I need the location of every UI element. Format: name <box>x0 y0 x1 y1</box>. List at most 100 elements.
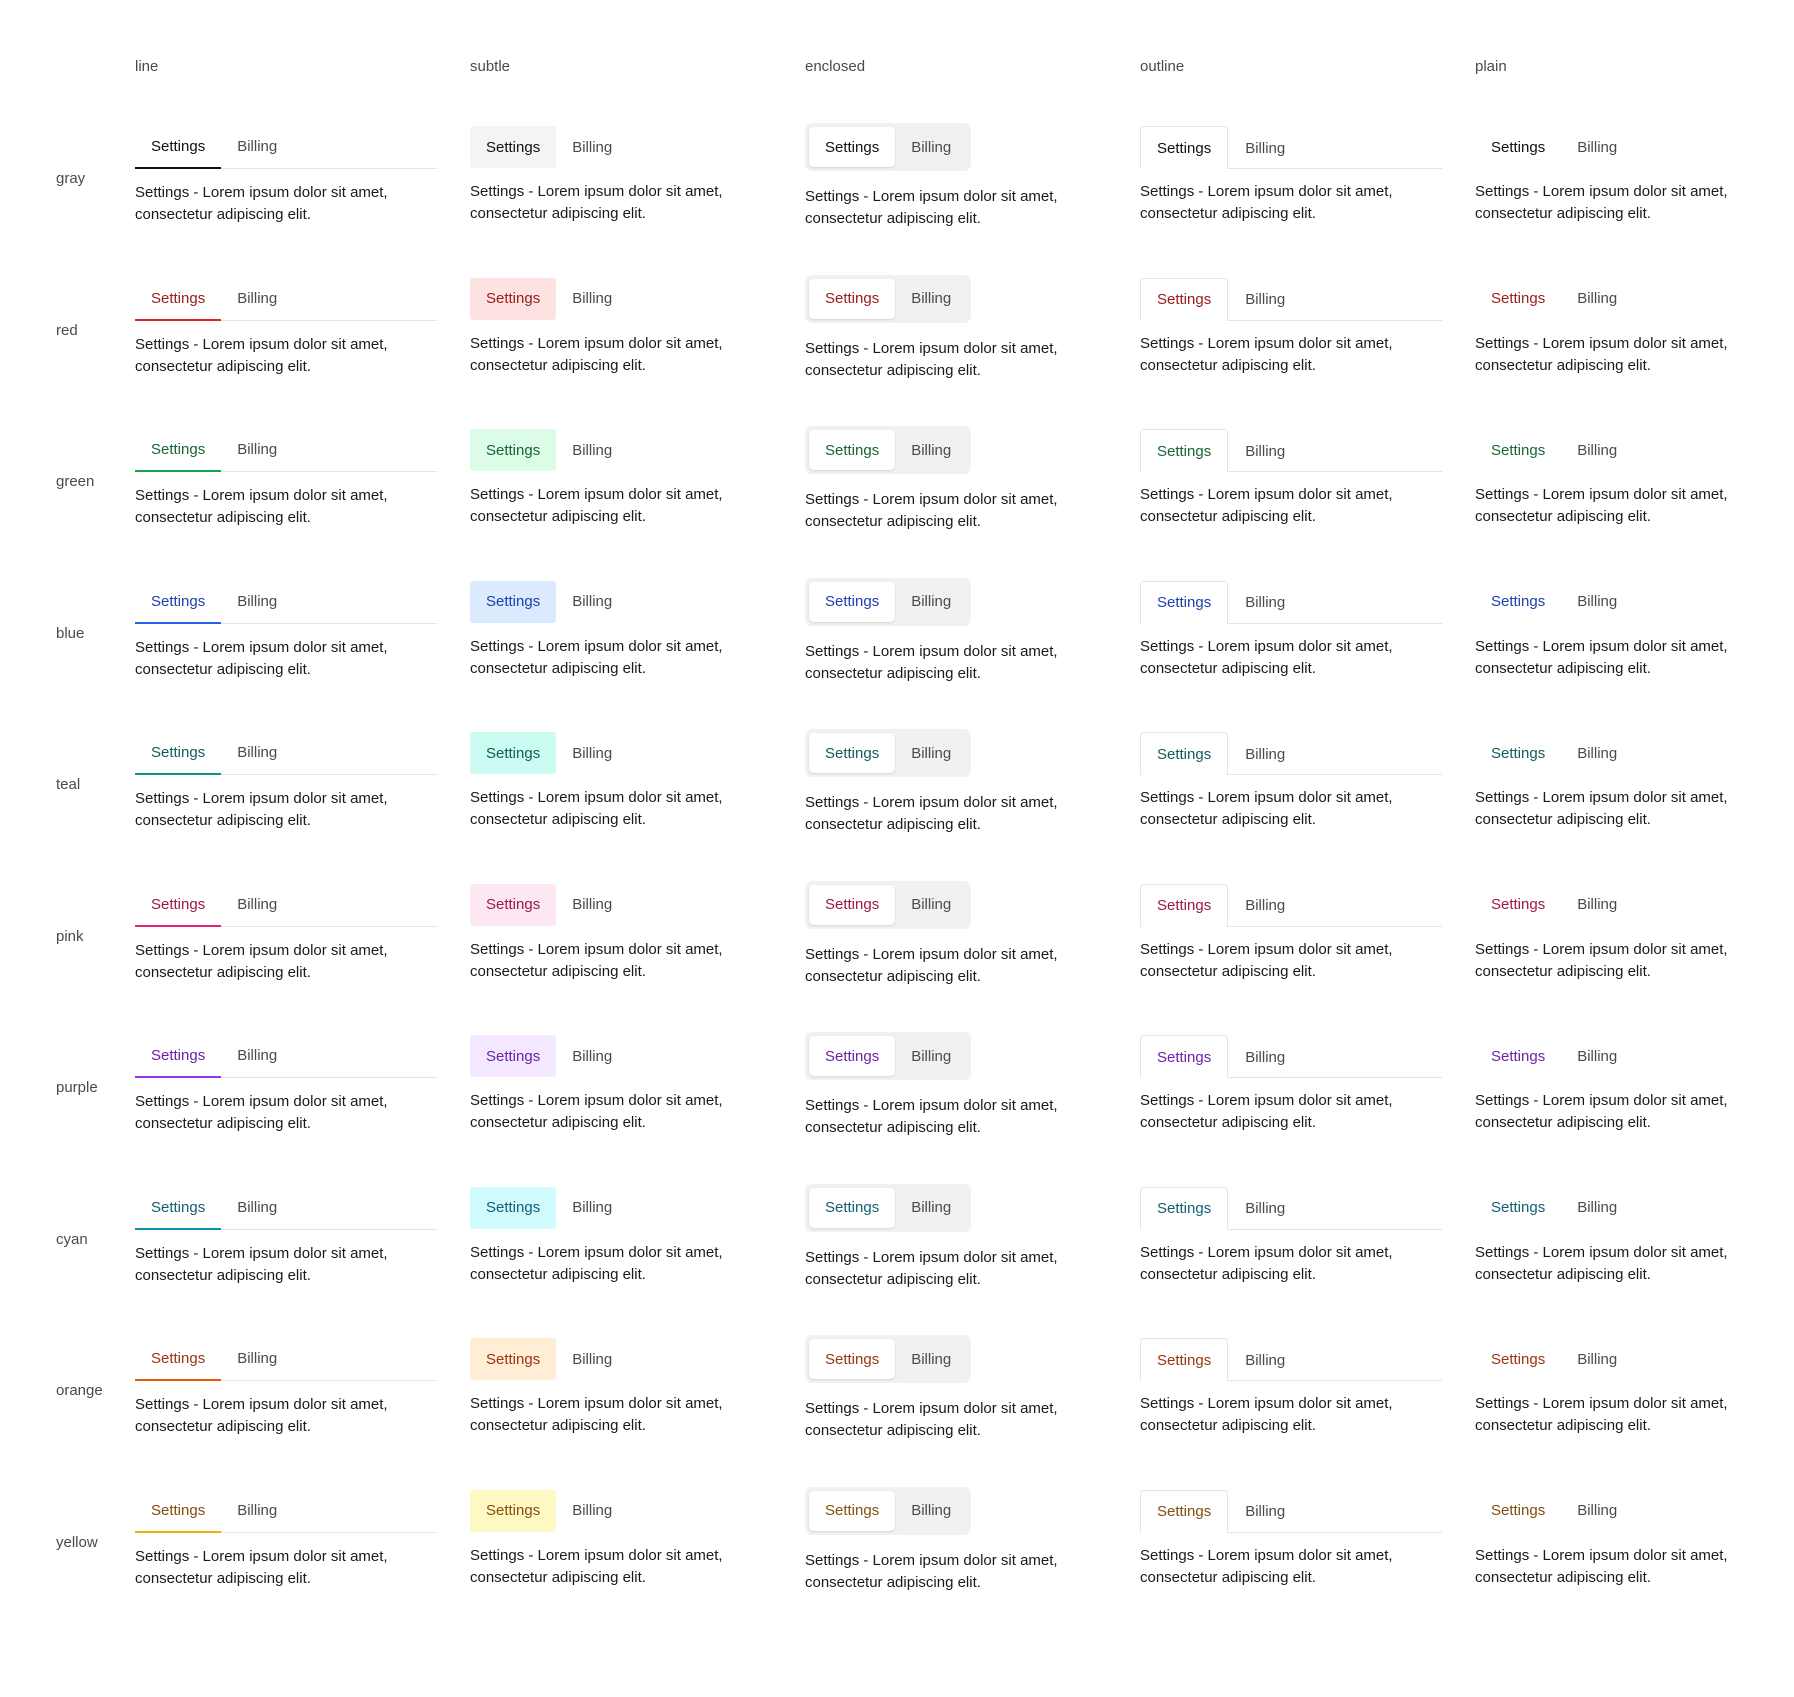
tab-settings[interactable]: Settings <box>1140 1489 1229 1533</box>
tab-billing[interactable]: Billing <box>556 581 628 623</box>
tab-billing[interactable]: Billing <box>1561 1338 1633 1380</box>
tab-settings[interactable]: Settings <box>470 126 557 168</box>
tab-settings[interactable]: Settings <box>135 732 222 775</box>
tab-settings[interactable]: Settings <box>1475 1490 1561 1532</box>
tab-billing[interactable]: Billing <box>221 429 293 472</box>
tab-billing[interactable]: Billing <box>221 126 293 169</box>
tab-billing[interactable]: Billing <box>221 278 293 321</box>
tab-billing[interactable]: Billing <box>221 732 293 775</box>
tab-billing[interactable]: Billing <box>1228 581 1302 624</box>
tab-settings[interactable]: Settings <box>470 429 557 471</box>
tab-settings[interactable]: Settings <box>809 278 896 319</box>
tab-settings[interactable]: Settings <box>1475 884 1561 926</box>
tab-settings[interactable]: Settings <box>1475 1338 1561 1380</box>
tab-settings[interactable]: Settings <box>809 581 896 622</box>
tab-settings[interactable]: Settings <box>135 1490 222 1533</box>
tab-billing[interactable]: Billing <box>221 884 293 927</box>
tab-billing[interactable]: Billing <box>556 126 628 168</box>
tab-billing[interactable]: Billing <box>221 1187 293 1230</box>
tab-billing[interactable]: Billing <box>1561 1187 1633 1229</box>
tab-settings[interactable]: Settings <box>1140 732 1229 775</box>
tab-billing[interactable]: Billing <box>556 732 628 774</box>
tab-billing[interactable]: Billing <box>1561 732 1633 774</box>
tab-settings[interactable]: Settings <box>809 1339 896 1379</box>
tab-settings[interactable]: Settings <box>1475 429 1561 471</box>
tab-billing[interactable]: Billing <box>221 1490 293 1533</box>
tab-billing[interactable]: Billing <box>1228 1490 1302 1533</box>
tab-settings[interactable]: Settings <box>1140 126 1229 169</box>
tab-settings[interactable]: Settings <box>1140 1338 1229 1381</box>
tab-billing[interactable]: Billing <box>895 1339 967 1379</box>
tab-billing[interactable]: Billing <box>895 127 967 167</box>
tab-settings[interactable]: Settings <box>470 1035 557 1077</box>
tab-billing[interactable]: Billing <box>1561 1035 1633 1077</box>
tab-settings[interactable]: Settings <box>1475 126 1561 168</box>
tab-settings[interactable]: Settings <box>809 430 896 470</box>
tab-settings[interactable]: Settings <box>135 1187 222 1230</box>
tab-settings[interactable]: Settings <box>1140 1186 1229 1230</box>
tab-billing[interactable]: Billing <box>1228 1338 1302 1381</box>
tab-billing[interactable]: Billing <box>556 1035 628 1077</box>
tab-settings[interactable]: Settings <box>809 733 896 773</box>
tab-settings[interactable]: Settings <box>135 1338 222 1381</box>
tab-settings[interactable]: Settings <box>1475 581 1561 623</box>
tab-settings[interactable]: Settings <box>470 1186 557 1229</box>
tab-billing[interactable]: Billing <box>1561 278 1633 320</box>
tab-settings[interactable]: Settings <box>135 581 222 624</box>
tab-settings[interactable]: Settings <box>1475 732 1561 774</box>
tab-billing[interactable]: Billing <box>1228 429 1302 472</box>
tab-billing[interactable]: Billing <box>556 278 628 320</box>
tab-settings[interactable]: Settings <box>135 884 222 927</box>
tab-billing[interactable]: Billing <box>895 1188 967 1228</box>
tab-billing[interactable]: Billing <box>556 1338 628 1380</box>
tab-settings[interactable]: Settings <box>1475 1187 1561 1229</box>
tab-billing[interactable]: Billing <box>1561 429 1633 471</box>
tab-billing[interactable]: Billing <box>1228 1187 1302 1230</box>
tab-settings[interactable]: Settings <box>809 127 896 167</box>
tab-billing[interactable]: Billing <box>895 1491 967 1531</box>
tab-settings[interactable]: Settings <box>1140 1035 1229 1078</box>
tab-settings[interactable]: Settings <box>135 278 222 321</box>
tab-billing[interactable]: Billing <box>895 582 967 622</box>
tab-settings[interactable]: Settings <box>1475 278 1561 320</box>
tab-settings[interactable]: Settings <box>809 1036 896 1076</box>
tab-settings[interactable]: Settings <box>809 884 896 925</box>
tab-billing[interactable]: Billing <box>1561 581 1633 623</box>
tab-settings[interactable]: Settings <box>1140 580 1229 624</box>
tab-billing[interactable]: Billing <box>895 1036 967 1076</box>
tab-settings[interactable]: Settings <box>1140 277 1229 321</box>
tab-billing[interactable]: Billing <box>556 429 628 471</box>
tab-billing[interactable]: Billing <box>221 1035 293 1078</box>
tab-settings[interactable]: Settings <box>135 1035 222 1078</box>
tab-settings[interactable]: Settings <box>1140 429 1229 472</box>
tab-billing[interactable]: Billing <box>1228 126 1302 169</box>
tab-settings[interactable]: Settings <box>1475 1035 1561 1077</box>
tab-billing[interactable]: Billing <box>221 1338 293 1381</box>
tab-settings[interactable]: Settings <box>470 1338 557 1380</box>
tab-billing[interactable]: Billing <box>1228 278 1302 321</box>
tab-billing[interactable]: Billing <box>556 1490 628 1532</box>
tab-billing[interactable]: Billing <box>221 581 293 624</box>
tab-settings[interactable]: Settings <box>1140 883 1229 927</box>
tab-settings[interactable]: Settings <box>470 580 557 623</box>
tab-settings[interactable]: Settings <box>135 429 222 472</box>
tab-settings[interactable]: Settings <box>809 1490 896 1531</box>
tab-settings[interactable]: Settings <box>809 1187 896 1228</box>
tab-billing[interactable]: Billing <box>1228 732 1302 775</box>
tab-billing[interactable]: Billing <box>1228 884 1302 927</box>
tab-billing[interactable]: Billing <box>895 279 967 319</box>
tab-billing[interactable]: Billing <box>1561 126 1633 168</box>
tab-billing[interactable]: Billing <box>556 1187 628 1229</box>
tab-billing[interactable]: Billing <box>1561 884 1633 926</box>
tab-billing[interactable]: Billing <box>895 430 967 470</box>
tab-settings[interactable]: Settings <box>470 1489 557 1532</box>
tab-settings[interactable]: Settings <box>135 126 222 169</box>
tab-settings[interactable]: Settings <box>470 883 557 926</box>
tab-settings[interactable]: Settings <box>470 277 557 320</box>
tab-billing[interactable]: Billing <box>1561 1490 1633 1532</box>
tab-billing[interactable]: Billing <box>556 884 628 926</box>
tab-billing[interactable]: Billing <box>895 885 967 925</box>
tab-settings[interactable]: Settings <box>470 732 557 774</box>
tab-billing[interactable]: Billing <box>1228 1035 1302 1078</box>
tab-billing[interactable]: Billing <box>895 733 967 773</box>
